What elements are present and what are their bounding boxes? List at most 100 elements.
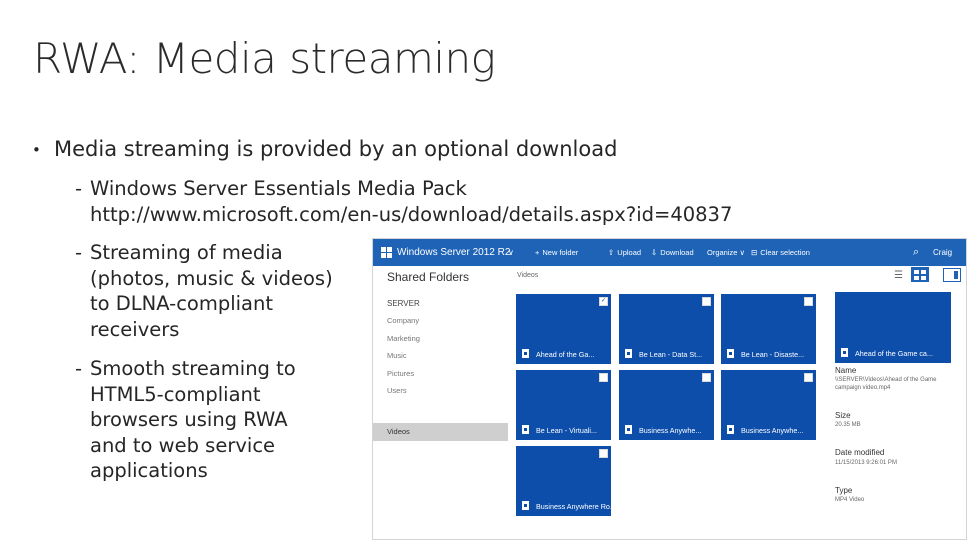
tile-caption: Ahead of the Ga... (536, 350, 595, 359)
sidebar-item-label: Videos (387, 427, 410, 436)
video-file-icon (625, 425, 632, 434)
video-tile-selected-preview[interactable]: Ahead of the Game ca... (835, 292, 951, 363)
download-label: Download (660, 248, 694, 257)
sub-line: to DLNA-compliant (90, 292, 274, 315)
slide-title: RWA: Media streaming (33, 34, 496, 83)
list-view-icon[interactable]: ☰ (894, 270, 903, 281)
size-value: 20.35 MB (835, 422, 861, 428)
sub-bullet-media-pack: - Windows Server Essentials Media Pack h… (75, 176, 732, 228)
video-tile[interactable]: Be Lean - Disaste... (721, 294, 816, 364)
new-folder-button[interactable]: + New folder (535, 239, 578, 266)
user-name[interactable]: Craig (933, 239, 952, 266)
tile-caption: Business Anywhe... (639, 426, 702, 435)
clear-icon: ⊟ (751, 248, 758, 257)
sidebar-item-label: Users (387, 386, 407, 395)
checkbox[interactable] (599, 373, 608, 382)
dash-glyph: - (75, 357, 83, 380)
video-file-icon (841, 348, 848, 357)
tile-caption: Ahead of the Game ca... (855, 349, 933, 358)
tile-caption: Be Lean - Disaste... (741, 350, 805, 359)
name-value: campaign video.mp4 (835, 385, 891, 391)
tile-caption: Business Anywhere Ro... (536, 502, 616, 511)
breadcrumb[interactable]: Videos (517, 272, 538, 279)
search-icon[interactable]: ⌕ (913, 239, 919, 266)
sidebar-item-label: SERVER (387, 299, 420, 308)
rwa-screenshot-window: Windows Server 2012 R2 ∨ + New folder ⇧ Up… (372, 238, 967, 540)
tile-caption: Be Lean - Data St... (639, 350, 703, 359)
video-tile[interactable]: Be Lean - Virtuali... (516, 370, 611, 440)
sub-line: Streaming of media (90, 241, 283, 264)
checkbox-checked-icon[interactable]: ✓ (599, 297, 608, 306)
date-modified-label: Date modified (835, 448, 885, 457)
checkbox[interactable] (804, 297, 813, 306)
sidebar-item-label: Music (387, 351, 407, 360)
video-file-icon (727, 349, 734, 358)
name-label: Name (835, 366, 857, 375)
sidebar-item-pictures[interactable]: Pictures (373, 365, 508, 383)
details-pane-icon[interactable] (943, 268, 961, 282)
tile-caption: Be Lean - Virtuali... (536, 426, 597, 435)
video-file-icon (625, 349, 632, 358)
tile-caption: Business Anywhe... (741, 426, 804, 435)
type-value: MP4 Video (835, 497, 865, 503)
sidebar-item-company[interactable]: Company (373, 312, 508, 330)
upload-icon: ⇧ (608, 248, 615, 257)
new-folder-label: New folder (542, 248, 579, 257)
sub-line: browsers using RWA (90, 408, 288, 431)
checkbox[interactable] (702, 297, 711, 306)
dash-glyph: - (75, 177, 83, 200)
checkbox[interactable] (804, 373, 813, 382)
sidebar-item-music[interactable]: Music (373, 347, 508, 365)
checkbox[interactable] (599, 449, 608, 458)
size-label: Size (835, 411, 851, 420)
date-modified-value: 11/15/2013 9:26:01 PM (835, 460, 897, 466)
organize-menu[interactable]: Organize ∨ (707, 239, 745, 266)
tile-view-icon[interactable] (911, 267, 929, 282)
sub-bullet-html5: - Smooth streaming to HTML5-compliant br… (75, 356, 296, 484)
video-tile[interactable]: Business Anywhe... (619, 370, 714, 440)
chevron-down-icon[interactable]: ∨ (508, 239, 514, 266)
plus-icon: + (535, 248, 540, 257)
download-icon: ⇩ (651, 248, 658, 257)
bullet-dot: • (32, 141, 41, 159)
video-file-icon (522, 425, 529, 434)
sidebar-item-server[interactable]: SERVER (373, 295, 508, 313)
app-toolbar: Windows Server 2012 R2 ∨ + New folder ⇧ Up… (373, 239, 966, 266)
bullet-text: Media streaming is provided by an option… (54, 137, 618, 161)
sub-line: Smooth streaming to (90, 357, 296, 380)
sub-line: Windows Server Essentials Media Pack (90, 177, 467, 200)
sidebar-item-marketing[interactable]: Marketing (373, 330, 508, 348)
sidebar: Shared Folders SERVER Company Marketing … (373, 266, 508, 539)
sidebar-item-label: Pictures (387, 369, 415, 378)
dash-glyph: - (75, 241, 83, 264)
sub-line: (photos, music & videos) (90, 266, 333, 290)
video-file-icon (522, 501, 529, 510)
sub-bullet-dlna: - Streaming of media (photos, music & vi… (75, 240, 333, 342)
type-label: Type (835, 486, 853, 495)
download-link[interactable]: http://www.microsoft.com/en-us/download/… (90, 202, 732, 228)
video-file-icon (522, 349, 529, 358)
sidebar-item-users[interactable]: Users (373, 382, 508, 400)
checkbox[interactable] (702, 373, 711, 382)
sub-line: receivers (90, 317, 180, 341)
sidebar-heading: Shared Folders (387, 270, 470, 284)
app-title: Windows Server 2012 R2 (397, 247, 511, 258)
sidebar-item-videos[interactable]: Videos (373, 423, 508, 441)
sub-line: HTML5-compliant (90, 382, 261, 406)
name-value: \\SERVER\Videos\Ahead of the Game (835, 377, 937, 383)
windows-logo-icon (381, 247, 392, 258)
clear-selection-button[interactable]: ⊟ Clear selection (751, 239, 810, 266)
video-tile[interactable]: Business Anywhere Ro... (516, 446, 616, 516)
clear-selection-label: Clear selection (760, 248, 810, 257)
video-file-icon (727, 425, 734, 434)
video-tile[interactable]: Business Anywhe... (721, 370, 816, 440)
sidebar-item-label: Company (387, 316, 420, 325)
sub-line: and to web service (90, 433, 276, 457)
sidebar-item-label: Marketing (387, 334, 420, 343)
upload-button[interactable]: ⇧ Upload (608, 239, 641, 266)
download-button[interactable]: ⇩ Download (651, 239, 694, 266)
video-tile[interactable]: Be Lean - Data St... (619, 294, 714, 364)
upload-label: Upload (617, 248, 642, 257)
video-tile[interactable]: ✓ Ahead of the Ga... (516, 294, 611, 364)
sub-line: applications (90, 459, 208, 482)
